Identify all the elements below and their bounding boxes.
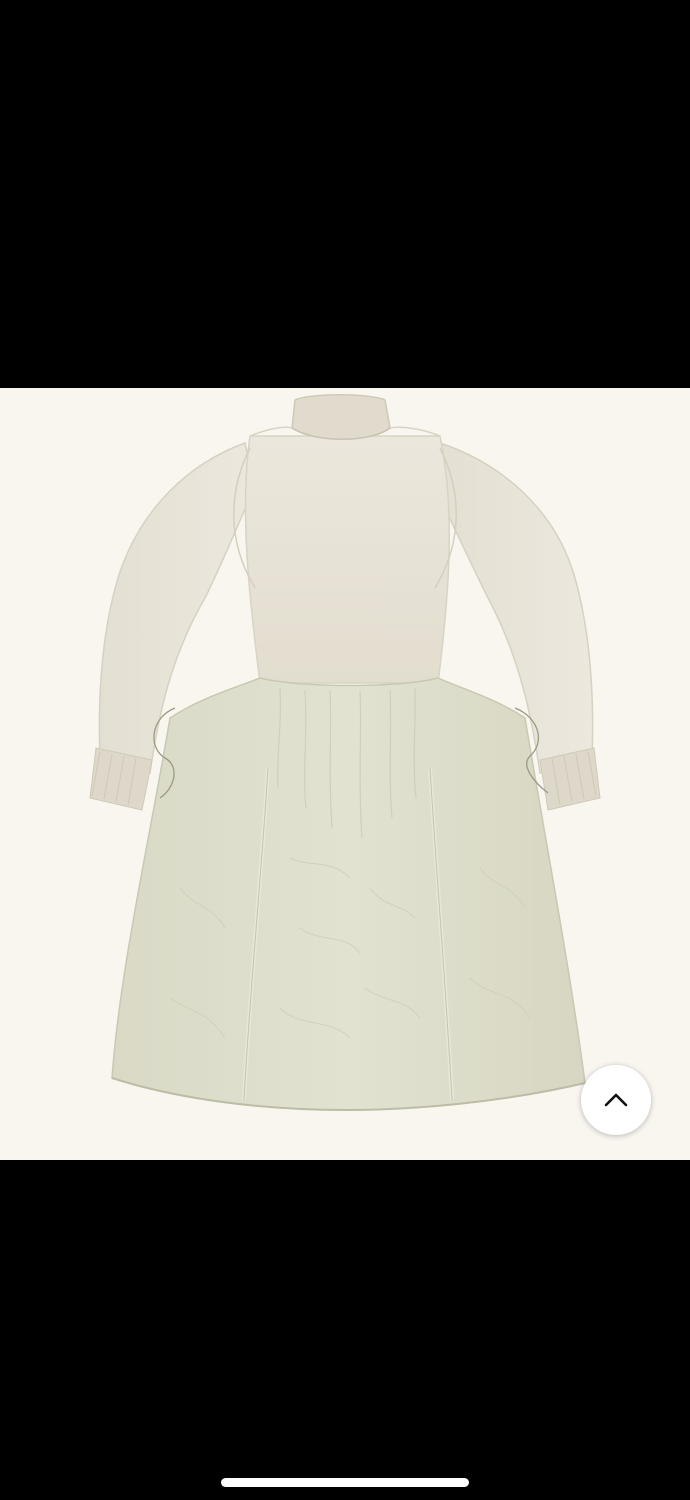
- dress-photo: [0, 388, 690, 1160]
- chevron-up-icon: [604, 1093, 628, 1107]
- home-indicator[interactable]: [221, 1478, 469, 1487]
- product-photo[interactable]: [0, 388, 690, 1160]
- image-viewer: [0, 0, 690, 1500]
- scroll-to-top-button[interactable]: [581, 1065, 651, 1135]
